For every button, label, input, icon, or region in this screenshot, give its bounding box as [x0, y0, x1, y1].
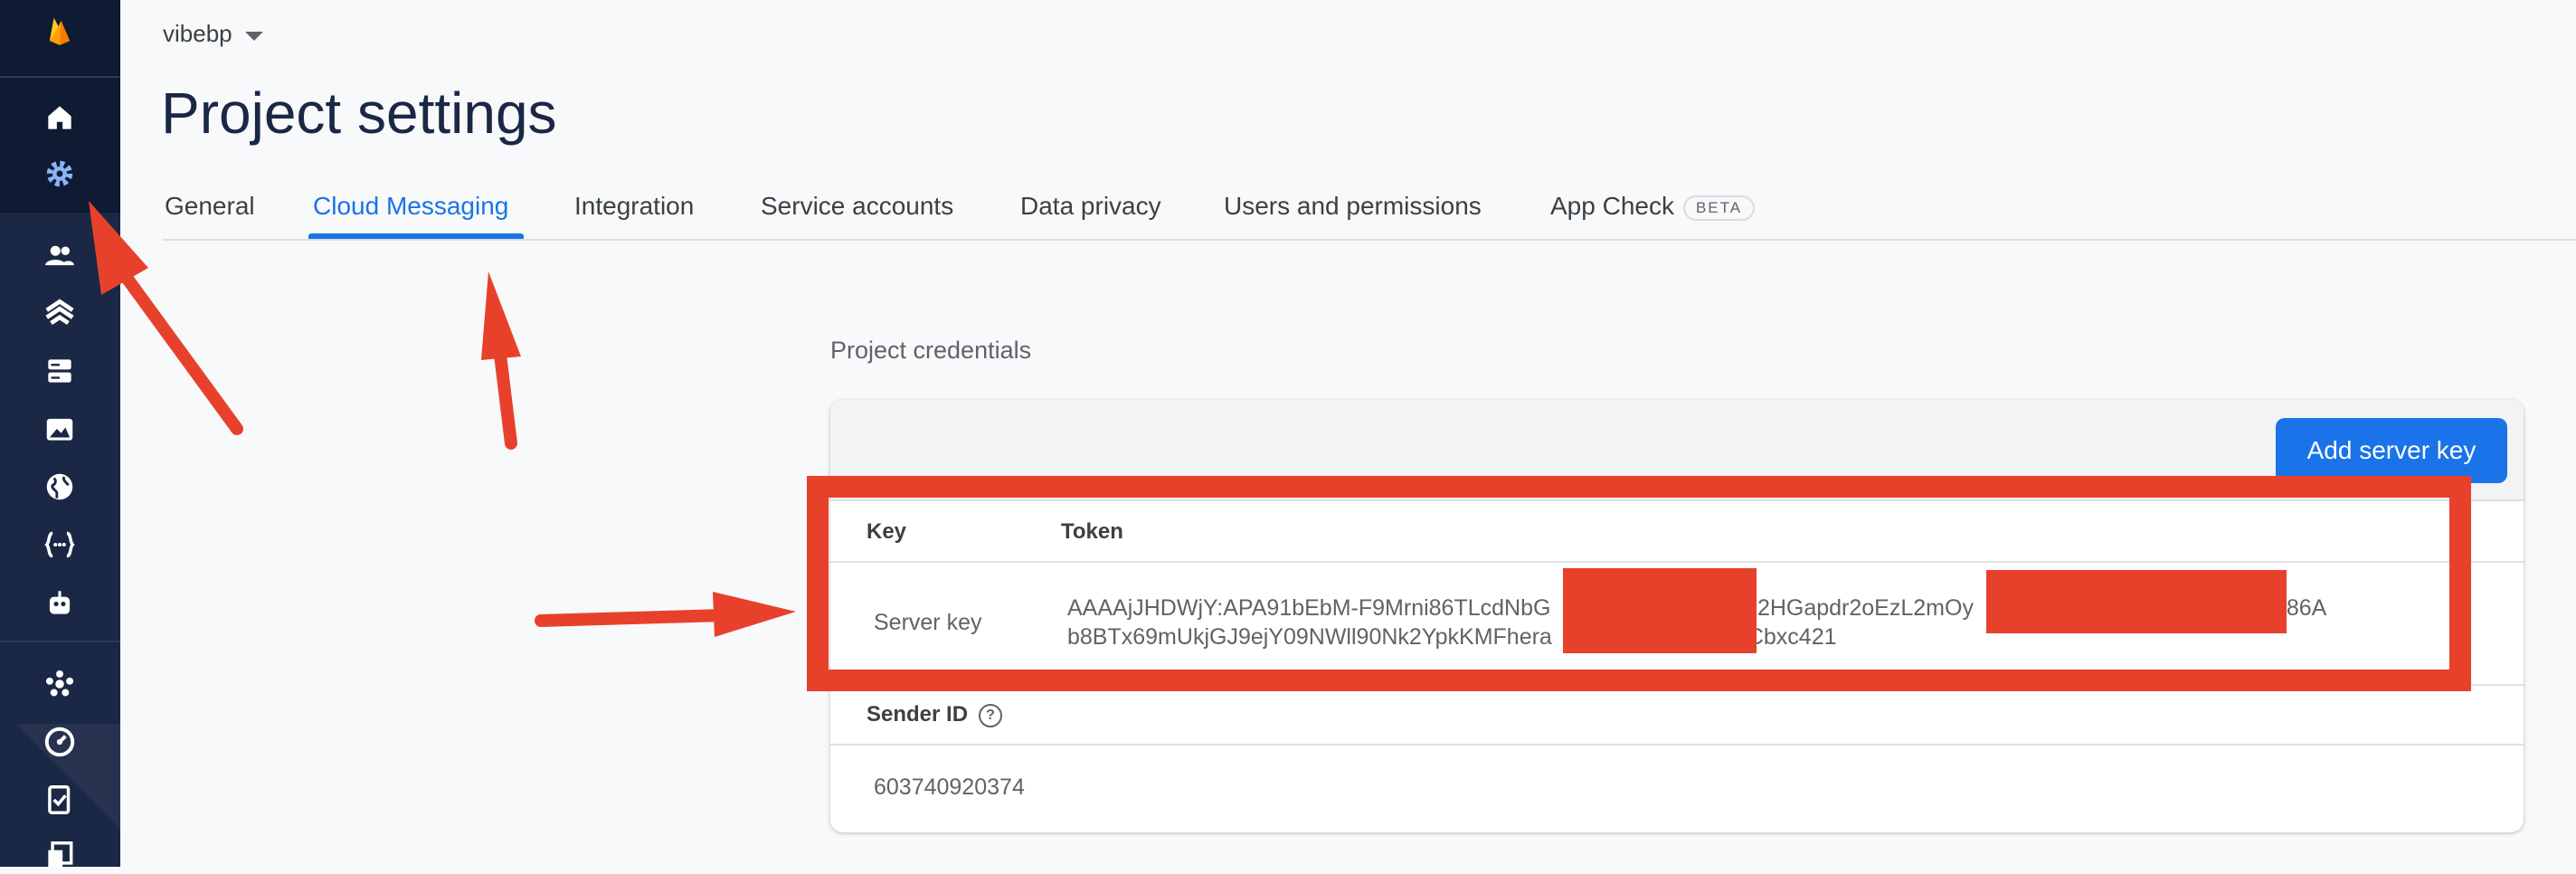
- sender-id-value: 603740920374: [874, 774, 1025, 800]
- users-icon[interactable]: [42, 237, 78, 273]
- tab-bar: General Cloud Messaging Integration Serv…: [163, 186, 2576, 241]
- tab-app-check-label: App Check: [1550, 192, 1674, 220]
- gear-icon[interactable]: [42, 156, 78, 192]
- chevron-down-icon: [244, 31, 263, 41]
- row-divider: [830, 684, 2524, 686]
- tab-users-and-permissions[interactable]: Users and permissions: [1224, 192, 1482, 221]
- column-header-key: Key: [867, 519, 907, 544]
- sidebar: [0, 0, 120, 868]
- token-segment: J2HGapdr2oEzL2mOy: [1746, 595, 1974, 621]
- server-key-label: Server key: [874, 610, 982, 635]
- row-divider: [830, 561, 2524, 563]
- help-icon[interactable]: ?: [979, 703, 1003, 727]
- robot-icon[interactable]: [42, 584, 78, 621]
- card-toolbar: [830, 400, 2524, 499]
- layers-icon[interactable]: [42, 295, 78, 331]
- database-icon[interactable]: [42, 353, 78, 389]
- functions-icon[interactable]: [42, 527, 78, 563]
- add-server-key-button[interactable]: Add server key: [2276, 418, 2507, 483]
- tab-service-accounts[interactable]: Service accounts: [761, 192, 953, 221]
- firebase-logo-icon[interactable]: [42, 13, 78, 49]
- tab-general[interactable]: General: [165, 192, 255, 221]
- tab-cloud-messaging[interactable]: Cloud Messaging: [313, 192, 508, 221]
- row-divider: [830, 499, 2524, 501]
- tab-integration[interactable]: Integration: [574, 192, 694, 221]
- redaction-block: [1563, 568, 1757, 653]
- beta-badge: BETA: [1682, 195, 1756, 221]
- tab-data-privacy[interactable]: Data privacy: [1020, 192, 1161, 221]
- home-icon[interactable]: [42, 100, 78, 136]
- token-segment: Cbxc421: [1747, 624, 1837, 650]
- tab-divider: [163, 239, 2576, 241]
- globe-icon[interactable]: [42, 469, 78, 505]
- project-selector[interactable]: vibebp: [163, 20, 263, 48]
- image-icon[interactable]: [42, 411, 78, 447]
- section-label: Project credentials: [830, 337, 1032, 364]
- row-divider: [830, 744, 2524, 746]
- page-title: Project settings: [161, 81, 557, 146]
- sender-id-header: Sender ID?: [867, 702, 1003, 727]
- credentials-card: Add server key Key Token Server key AAAA…: [830, 400, 2524, 832]
- more-icon[interactable]: [42, 838, 78, 874]
- project-name: vibebp: [163, 20, 232, 47]
- sender-id-label: Sender ID: [867, 702, 969, 727]
- tab-app-check[interactable]: App Check BETA: [1550, 192, 1756, 221]
- checklist-icon[interactable]: [42, 782, 78, 818]
- sidebar-divider: [0, 641, 120, 642]
- sidebar-divider: [0, 76, 120, 78]
- crash-icon[interactable]: [42, 666, 78, 702]
- column-header-token: Token: [1061, 519, 1123, 544]
- redaction-block: [1986, 570, 2287, 633]
- performance-icon[interactable]: [42, 724, 78, 760]
- token-segment: b8BTx69mUkjGJ9ejY09NWll90Nk2YpkKMFhera: [1067, 624, 1552, 650]
- token-segment: AAAAjJHDWjY:APA91bEbM-F9Mrni86TLcdNbG: [1067, 595, 1551, 621]
